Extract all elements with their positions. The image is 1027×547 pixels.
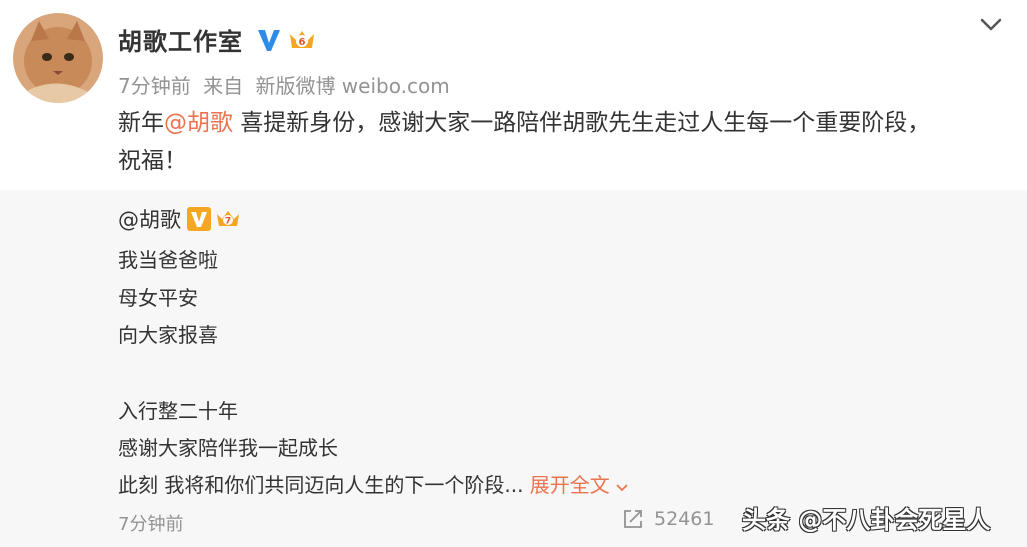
repost-line: 向大家报喜 [118,323,218,347]
repost-line: 我当爸爸啦 [118,248,218,272]
from-label: 来自 [203,74,244,98]
repost-last-line: 此刻 我将和你们共同迈向人生的下一个阶段... 展开全文 [118,469,630,498]
verified-v-icon [258,29,280,51]
post-text-line2: 祝福！ [118,148,187,174]
crown-level-icon: 7 [217,211,239,227]
client-link[interactable]: 新版微博 weibo.com [255,74,449,98]
reposted-content: @胡歌 7 我当爸爸啦 母女平安 向大家报喜 入行整二十年 感谢大家陪伴我一起成… [0,190,1027,547]
post-text: 新年@胡歌 喜提新身份，感谢大家一路陪伴胡歌先生走过人生每一个重要阶段， 祝福！ [118,104,988,180]
mention-link[interactable]: @胡歌 [164,110,233,136]
repost-author[interactable]: @胡歌 [118,204,181,234]
verified-v-icon [187,207,211,231]
weibo-post: 胡歌工作室 6 7分钟前 来自 新版微博 weibo.com 新年@胡歌 喜提新… [0,0,1027,190]
avatar[interactable] [13,13,103,103]
repost-line: 感谢大家陪伴我一起成长 [118,436,338,460]
repost-time[interactable]: 7分钟前 [118,510,183,536]
crown-level-icon: 6 [290,30,314,48]
repost-line: 母女平安 [118,286,198,310]
post-text-prefix: 新年 [118,110,164,136]
post-author[interactable]: 胡歌工作室 [118,22,243,57]
share-count: 52461 [654,508,715,530]
share-icon [624,510,642,528]
repost-line: 此刻 我将和你们共同迈向人生的下一个阶段... [118,473,524,497]
repost-line: 入行整二十年 [118,399,238,423]
repost-header: @胡歌 7 [118,204,241,234]
post-header: 胡歌工作室 6 [118,22,317,57]
watermark: 头条 @不八卦会死星人 [742,506,991,534]
post-text-rest: 喜提新身份，感谢大家一路陪伴胡歌先生走过人生每一个重要阶段， [233,110,931,136]
share-button[interactable]: 52461 [622,508,714,530]
expand-label[interactable]: 展开全文 [530,473,610,497]
chevron-down-icon [616,483,628,491]
chevron-down-icon[interactable] [978,12,1004,38]
svg-text:6: 6 [299,37,306,48]
expand-full-text-link[interactable]: 展开全文 [530,473,630,497]
post-time[interactable]: 7分钟前 [118,74,191,98]
svg-text:7: 7 [225,217,231,227]
post-meta: 7分钟前 来自 新版微博 weibo.com [118,70,456,99]
